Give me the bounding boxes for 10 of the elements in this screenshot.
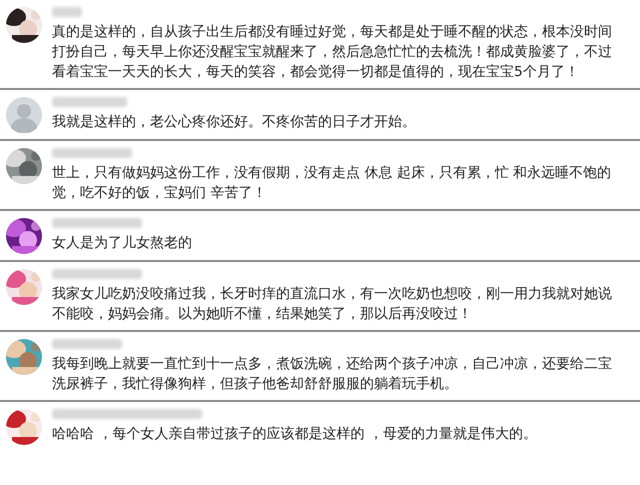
comment-text: 世上，只有做妈妈这份工作，没有假期，没有走点 休息 起床，只有累，忙 和永远睡不饱的觉，吃不好的饭，宝妈们 辛苦了！ (52, 164, 612, 203)
comment-text: 哈哈哈 ，每个女人亲自带过孩子的应该都是这样的 ，母爱的力量就是伟大的。 (52, 425, 538, 444)
comment-text: 我每到晚上就要一直忙到十一点多，煮饭洗碗，还给两个孩子冲凉，自己冲凉，还要给二宝洗尿裤子，我忙得像狗样，但孩子他爸却舒舒服服的躺着玩手机。 (52, 355, 613, 394)
blurred-username (52, 7, 82, 17)
comment-text: 我就是这样的，老公心疼你还好。不疼你苦的日子才开始。 (52, 113, 417, 132)
comment-text: 真的是这样的，自从孩子出生后都没有睡过好觉，每天都是处于睡不醒的状态，根本没时间打扮自己，每天早上你还没醒宝宝就醒来了，然后急急忙忙的去梳洗！都成黄脸婆了，不过看着宝宝一天天的长大，每天的笑容，都会觉得一切都是值得的，现在宝宝5个月了！ (52, 23, 613, 82)
comment-text: 女人是为了儿女熬老的 (52, 234, 193, 253)
blurred-username (52, 339, 122, 349)
avatar-placeholder-icon (6, 97, 42, 133)
comment-text: 我家女儿吃奶没咬痛过我，长牙时痒的直流口水，有一次吃奶也想咬，刚一用力我就对她说不能咬，妈妈会痛。以为她听不懂，结果她笑了，那以后再没咬过！ (52, 285, 613, 324)
